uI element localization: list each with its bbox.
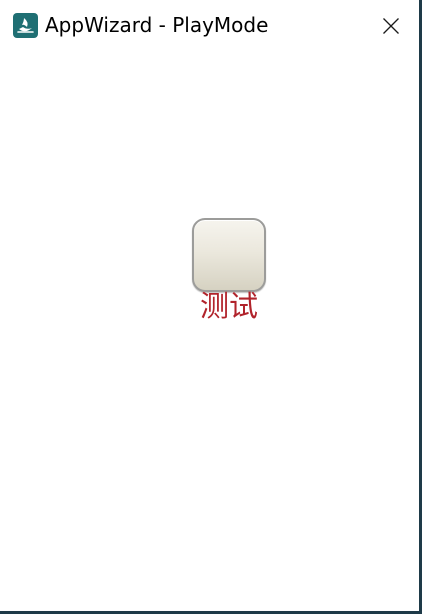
close-icon [383,18,399,34]
playmode-window: AppWizard - PlayMode 测试 [0,0,422,614]
test-button-label: 测试 [199,289,258,323]
title-bar[interactable]: AppWizard - PlayMode [0,0,419,50]
test-button[interactable] [192,218,266,292]
close-button[interactable] [373,8,409,44]
appwizard-logo-icon [13,13,38,38]
window-title: AppWizard - PlayMode [45,13,269,37]
playmode-canvas: 测试 [0,50,419,611]
